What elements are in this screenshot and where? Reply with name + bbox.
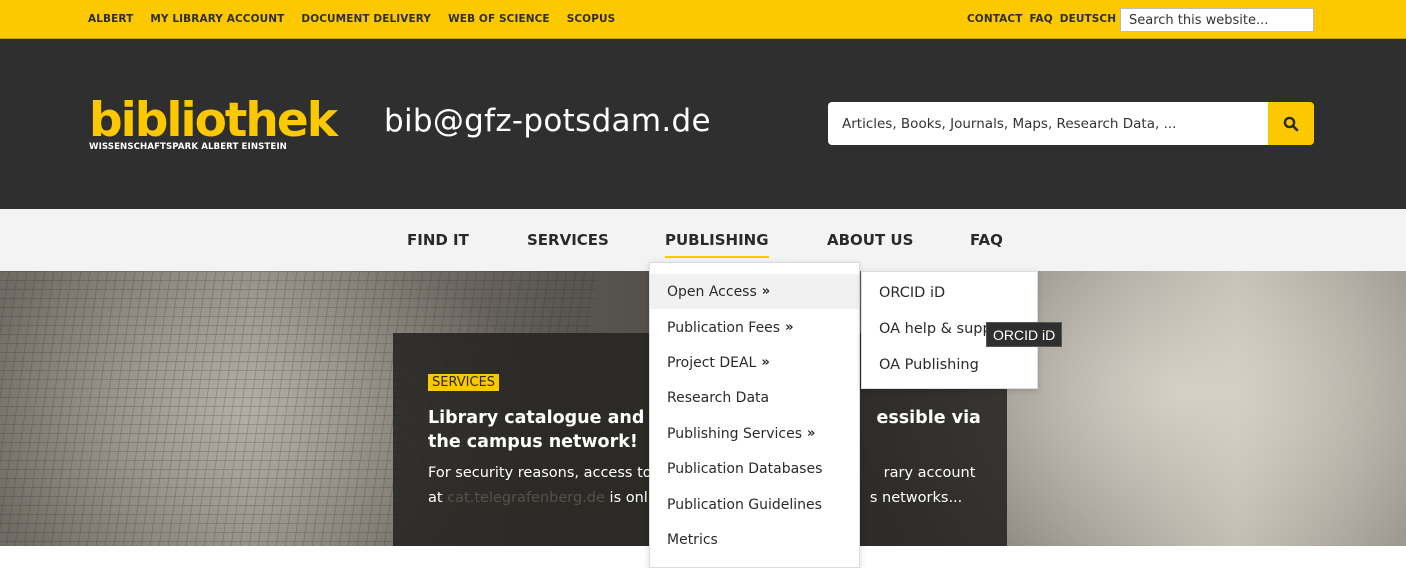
- my-library-account-link[interactable]: MY LIBRARY ACCOUNT: [150, 13, 284, 25]
- dropdown-item-publishing-services[interactable]: Publishing Services»: [650, 416, 859, 451]
- utility-right-links: CONTACT FAQ DEUTSCH: [967, 0, 1123, 38]
- catalogue-link[interactable]: cat.telegrafenberg.de: [447, 490, 605, 506]
- contact-link[interactable]: CONTACT: [967, 13, 1022, 25]
- nav-faq[interactable]: FAQ: [970, 231, 1003, 249]
- web-of-science-link[interactable]: WEB OF SCIENCE: [448, 13, 550, 25]
- chevron-double-right-icon: »: [807, 426, 816, 441]
- library-logo[interactable]: bibliothek WISSENSCHAFTSPARK ALBERT EINS…: [89, 93, 338, 159]
- albert-link[interactable]: ALBERT: [88, 13, 133, 25]
- dropdown-item-publication-databases[interactable]: Publication Databases: [650, 451, 859, 486]
- scopus-link[interactable]: SCOPUS: [567, 13, 616, 25]
- document-delivery-link[interactable]: DOCUMENT DELIVERY: [301, 13, 431, 25]
- dropdown-item-publication-fees[interactable]: Publication Fees»: [650, 310, 859, 345]
- site-search-input[interactable]: [1120, 8, 1314, 32]
- search-icon: [1283, 116, 1299, 131]
- tooltip: ORCID iD: [986, 322, 1063, 347]
- hero-tag: SERVICES: [428, 374, 500, 391]
- site-header: bibliothek WISSENSCHAFTSPARK ALBERT EINS…: [0, 39, 1406, 209]
- publishing-dropdown: Open Access» Publication Fees» Project D…: [649, 262, 860, 568]
- catalogue-search-input[interactable]: [828, 102, 1268, 145]
- logo-wordmark: bibliothek: [89, 93, 338, 148]
- nav-about-us[interactable]: ABOUT US: [827, 231, 913, 249]
- utility-links: ALBERT MY LIBRARY ACCOUNT DOCUMENT DELIV…: [88, 0, 632, 38]
- utility-bar: ALBERT MY LIBRARY ACCOUNT DOCUMENT DELIV…: [0, 0, 1406, 39]
- chevron-double-right-icon: »: [761, 355, 770, 370]
- nav-services[interactable]: SERVICES: [527, 231, 609, 249]
- submenu-item-oa-publishing[interactable]: OA Publishing: [862, 347, 1037, 383]
- dropdown-item-open-access[interactable]: Open Access»: [650, 274, 859, 309]
- nav-publishing[interactable]: PUBLISHING: [665, 231, 769, 258]
- contact-email[interactable]: bib@gfz-potsdam.de: [384, 103, 711, 139]
- dropdown-item-metrics[interactable]: Metrics: [650, 522, 859, 557]
- submenu-item-orcid[interactable]: ORCID iD: [862, 275, 1037, 311]
- faq-link[interactable]: FAQ: [1029, 13, 1052, 25]
- dropdown-item-research-data[interactable]: Research Data: [650, 380, 859, 415]
- dropdown-item-publication-guidelines[interactable]: Publication Guidelines: [650, 487, 859, 522]
- dropdown-item-project-deal[interactable]: Project DEAL»: [650, 345, 859, 380]
- chevron-double-right-icon: »: [785, 320, 794, 335]
- deutsch-link[interactable]: DEUTSCH: [1060, 13, 1116, 25]
- nav-find-it[interactable]: FIND IT: [407, 231, 469, 249]
- chevron-double-right-icon: »: [761, 284, 771, 299]
- search-button[interactable]: [1268, 102, 1314, 145]
